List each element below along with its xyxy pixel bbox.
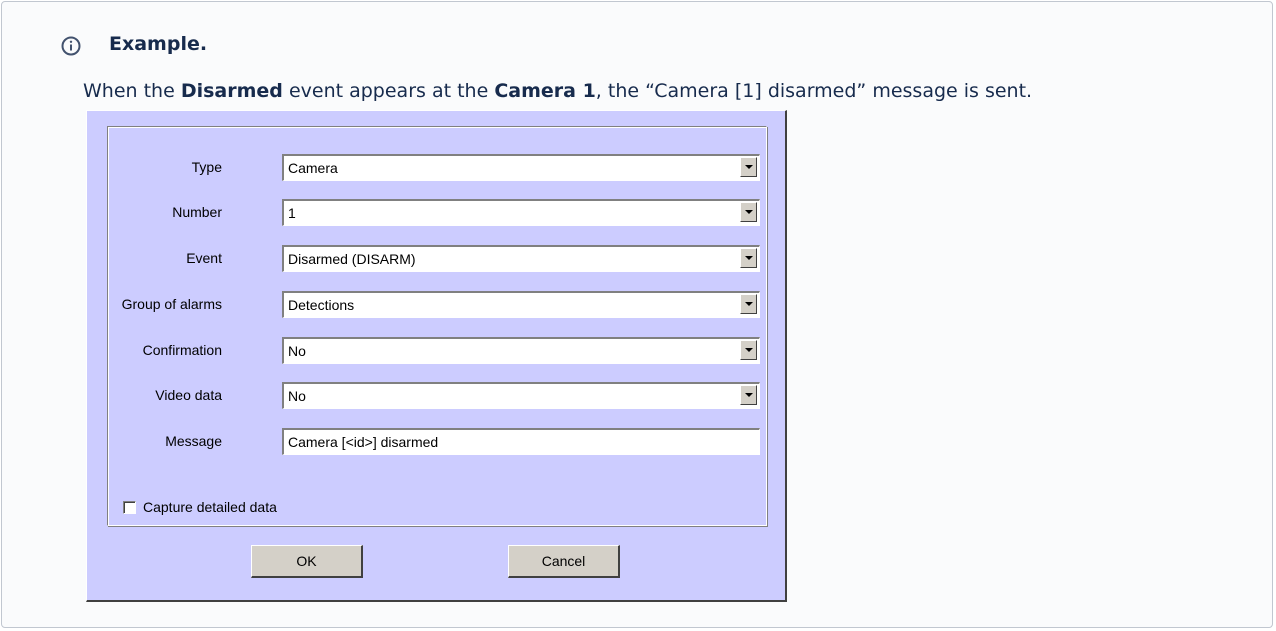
- chevron-down-icon[interactable]: [740, 340, 757, 360]
- message-label: Message: [165, 433, 222, 449]
- chevron-down-icon[interactable]: [740, 202, 757, 222]
- panel-description: When the Disarmed event appears at the C…: [83, 80, 1033, 102]
- info-panel: Example. When the Disarmed event appears…: [1, 1, 1273, 628]
- video-data-label: Video data: [155, 387, 222, 403]
- number-label: Number: [172, 204, 222, 220]
- panel-title: Example.: [109, 33, 208, 55]
- ok-button[interactable]: OK: [251, 545, 363, 578]
- number-select[interactable]: 1: [282, 199, 760, 226]
- group-of-alarms-select[interactable]: Detections: [282, 291, 760, 318]
- group-of-alarms-label: Group of alarms: [121, 296, 222, 312]
- camera-name: Camera 1: [494, 80, 596, 102]
- chevron-down-icon[interactable]: [740, 385, 757, 405]
- type-label: Type: [191, 159, 222, 175]
- event-name: Disarmed: [180, 80, 283, 102]
- camera-event-dialog: Type Camera Number 1 Event Disarmed (DIS…: [86, 110, 787, 602]
- capture-detailed-data-checkbox[interactable]: [123, 501, 136, 514]
- event-select[interactable]: Disarmed (DISARM): [282, 245, 760, 272]
- message-input[interactable]: Camera [<id>] disarmed: [282, 428, 760, 455]
- event-label: Event: [186, 250, 222, 266]
- confirmation-label: Confirmation: [142, 342, 222, 358]
- video-data-select[interactable]: No: [282, 382, 760, 409]
- confirmation-select[interactable]: No: [282, 337, 760, 364]
- capture-detailed-data-label[interactable]: Capture detailed data: [143, 498, 277, 516]
- chevron-down-icon[interactable]: [740, 248, 757, 268]
- info-icon: [61, 36, 81, 56]
- chevron-down-icon[interactable]: [740, 294, 757, 314]
- type-select[interactable]: Camera: [282, 154, 760, 181]
- chevron-down-icon[interactable]: [740, 157, 757, 177]
- settings-group: Type Camera Number 1 Event Disarmed (DIS…: [107, 126, 767, 526]
- cancel-button[interactable]: Cancel: [508, 545, 620, 578]
